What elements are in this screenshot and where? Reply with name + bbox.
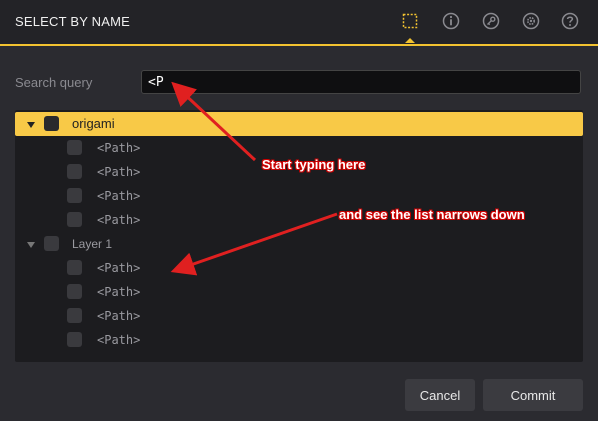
tree-item[interactable]: <Path> xyxy=(15,184,583,208)
expand-arrow-icon[interactable] xyxy=(27,242,35,248)
tree-item[interactable]: <Path> xyxy=(15,304,583,328)
item-checkbox[interactable] xyxy=(67,164,82,179)
tree-item[interactable]: <Path> xyxy=(15,256,583,280)
tree-item-label: <Path> xyxy=(97,141,141,155)
item-checkbox[interactable] xyxy=(67,332,82,347)
commit-button[interactable]: Commit xyxy=(483,379,583,411)
tree-item-label: <Path> xyxy=(97,261,141,275)
dialog-header: SELECT BY NAME xyxy=(0,0,598,46)
dialog-title: SELECT BY NAME xyxy=(15,14,131,29)
tree-group-origami[interactable]: origami xyxy=(15,112,583,136)
tree-item-label: <Path> xyxy=(97,285,141,299)
item-checkbox[interactable] xyxy=(67,308,82,323)
tree-list[interactable]: origami <Path> <Path> <Path> <Path> Laye… xyxy=(15,110,583,362)
cancel-button[interactable]: Cancel xyxy=(405,379,475,411)
selection-box-icon[interactable] xyxy=(400,11,420,43)
tree-group-label: Layer 1 xyxy=(72,237,113,251)
tree-group-layer-1[interactable]: Layer 1 xyxy=(15,232,583,256)
gear-icon[interactable] xyxy=(521,11,541,31)
tree-item-label: <Path> xyxy=(97,189,141,203)
expand-arrow-icon[interactable] xyxy=(27,122,35,128)
annotation-text: Start typing here xyxy=(262,157,366,172)
key-icon[interactable] xyxy=(481,11,501,31)
help-icon[interactable] xyxy=(560,11,580,31)
item-checkbox[interactable] xyxy=(67,188,82,203)
tree-item[interactable]: <Path> xyxy=(15,280,583,304)
tree-group-label: origami xyxy=(72,116,115,131)
group-checkbox[interactable] xyxy=(44,116,59,131)
item-checkbox[interactable] xyxy=(67,212,82,227)
item-checkbox[interactable] xyxy=(67,284,82,299)
info-icon[interactable] xyxy=(441,11,461,31)
search-label: Search query xyxy=(15,75,93,90)
group-checkbox[interactable] xyxy=(44,236,59,251)
tree-item-label: <Path> xyxy=(97,213,141,227)
annotation-text: and see the list narrows down xyxy=(339,207,525,222)
tree-item[interactable]: <Path> xyxy=(15,328,583,352)
tree-item-label: <Path> xyxy=(97,333,141,347)
search-input[interactable] xyxy=(141,70,581,94)
tree-item-label: <Path> xyxy=(97,165,141,179)
item-checkbox[interactable] xyxy=(67,140,82,155)
tree-item-label: <Path> xyxy=(97,309,141,323)
item-checkbox[interactable] xyxy=(67,260,82,275)
